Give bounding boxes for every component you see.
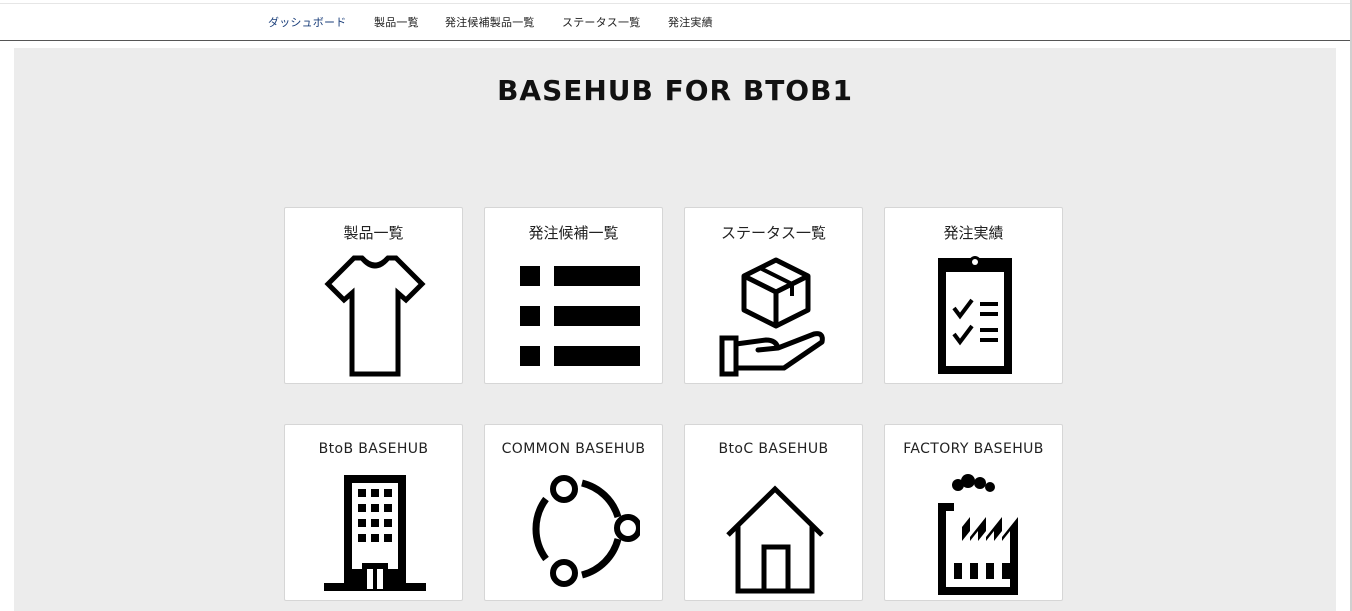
card-products[interactable]: 製品一覧 (284, 207, 463, 384)
card-common-basehub[interactable]: COMMON BASEHUB (484, 424, 663, 601)
card-status-list[interactable]: ステータス一覧 (684, 207, 863, 384)
connected-circle-icon (485, 467, 662, 597)
nav-item-dashboard[interactable]: ダッシュボード (268, 14, 346, 30)
clipboard-checklist-icon (885, 250, 1062, 380)
factory-icon (885, 467, 1062, 597)
card-label: BtoC BASEHUB (718, 441, 829, 457)
nav-item-order-results[interactable]: 発注実績 (668, 14, 713, 30)
card-label: COMMON BASEHUB (501, 441, 646, 457)
nav-item-products[interactable]: 製品一覧 (374, 14, 419, 30)
box-in-hand-icon (685, 250, 862, 380)
card-factory-basehub[interactable]: FACTORY BASEHUB (884, 424, 1063, 601)
card-label: BtoB BASEHUB (318, 441, 429, 457)
card-label: 製品一覧 (343, 224, 404, 242)
card-btoc-basehub[interactable]: BtoC BASEHUB (684, 424, 863, 601)
card-order-candidates[interactable]: 発注候補一覧 (484, 207, 663, 384)
nav-item-status-list[interactable]: ステータス一覧 (562, 14, 640, 30)
dashboard-main: BASEHUB FOR BTOB1 (14, 48, 1336, 611)
list-icon (485, 250, 662, 380)
nav-item-order-candidates[interactable]: 発注候補製品一覧 (445, 14, 535, 30)
house-icon (685, 467, 862, 597)
page-title: BASEHUB FOR BTOB1 (497, 74, 853, 107)
card-label: 発注候補一覧 (528, 224, 619, 242)
office-building-icon (285, 467, 462, 597)
card-label: ステータス一覧 (720, 224, 826, 242)
top-navigation: ダッシュボード 製品一覧 発注候補製品一覧 ステータス一覧 発注実績 (0, 3, 1350, 41)
card-order-results[interactable]: 発注実績 (884, 207, 1063, 384)
t-shirt-icon (285, 250, 462, 380)
card-label: FACTORY BASEHUB (903, 441, 1044, 457)
card-label: 発注実績 (943, 224, 1004, 242)
card-btob-basehub[interactable]: BtoB BASEHUB (284, 424, 463, 601)
